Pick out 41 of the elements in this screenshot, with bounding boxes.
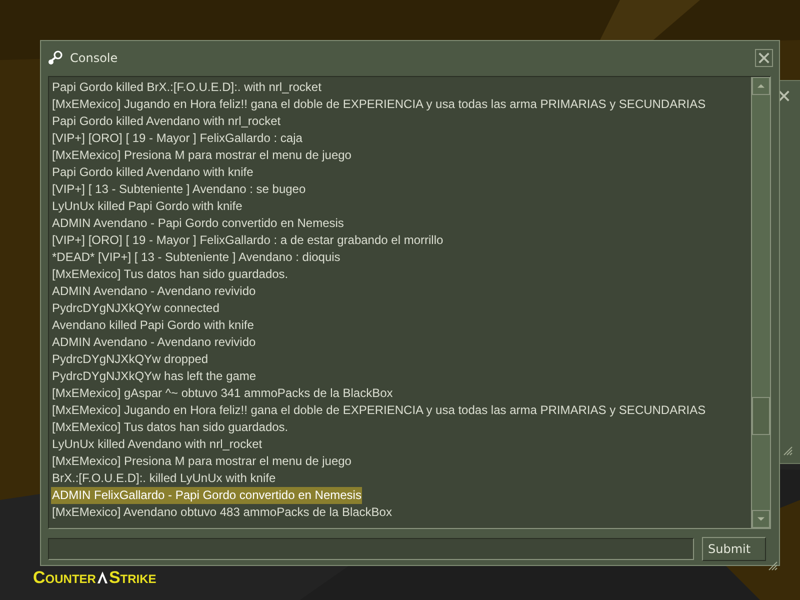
log-line[interactable]: PydrcDYgNJXkQYw connected [51,300,220,317]
log-line[interactable]: Papi Gordo killed Avendano with knife [51,164,254,181]
close-icon[interactable] [777,89,791,103]
log-line[interactable]: [VIP+] [ORO] [ 19 - Mayor ] FelixGallardo : a de estar grabando el morrillo [51,232,444,249]
close-icon [757,51,771,65]
log-line[interactable]: [MxEMexico] gAspar ^~ obtuvo 341 ammoPacks de la BlackBox [51,385,394,402]
log-line[interactable]: [MxEMexico] Presiona M para mostrar el menu de juego [51,147,352,164]
scroll-thumb[interactable] [752,397,770,435]
log-line[interactable]: [MxEMexico] Tus datos han sido guardados. [51,419,290,436]
log-line[interactable]: PydrcDYgNJXkQYw has left the game [51,368,258,385]
close-button[interactable] [755,49,773,67]
scroll-down-icon[interactable] [752,510,770,528]
log-line[interactable]: [MxEMexico] Avendano obtuvo 483 ammoPacks de la BlackBox [51,504,393,521]
log-line[interactable]: [MxEMexico] Jugando en Hora feliz!! gana el doble de EXPERIENCIA y usa todas las arma PRIMARIAS y SECUNDARIAS [51,402,707,419]
log-line[interactable]: [VIP+] [ORO] [ 19 - Mayor ] FelixGallardo : caja [51,130,304,147]
log-line[interactable]: [VIP+] [ 13 - Subteniente ] Avendano : se bugeo [51,181,307,198]
scroll-up-icon[interactable] [752,77,770,95]
resize-grip-icon[interactable] [768,561,778,571]
log-line[interactable]: ADMIN Avendano - Avendano revivido [51,283,257,300]
log-line[interactable]: *DEAD* [VIP+] [ 13 - Subteniente ] Avendano : dioquis [51,249,342,266]
window-title: Console [70,51,118,65]
log-line[interactable]: Papi Gordo killed Avendano with nrl_rocket [51,113,282,130]
log-line[interactable]: BrX.:[F.O.U.E.D]:. killed LyUnUx with knife [51,470,277,487]
log-line[interactable]: [MxEMexico] Tus datos han sido guardados. [51,266,290,283]
steam-icon [47,50,63,66]
resize-grip-icon[interactable] [783,446,793,456]
log-line[interactable]: ADMIN Avendano - Avendano revivido [51,334,257,351]
submit-button[interactable]: Submit [702,537,766,561]
log-line[interactable]: ADMIN Avendano - Papi Gordo convertido en Nemesis [51,215,345,232]
scrollbar[interactable] [751,77,770,528]
caret-icon [96,570,108,584]
logo-text: Strike [108,569,156,587]
log-line[interactable]: LyUnUx killed Avendano with nrl_rocket [51,436,264,453]
log-line[interactable]: PydrcDYgNJXkQYw dropped [51,351,210,368]
log-line[interactable]: [MxEMexico] Presiona M para mostrar el menu de juego [51,453,352,470]
log-line[interactable]: [MxEMexico] Jugando en Hora feliz!! gana el doble de EXPERIENCIA y usa todas las arma PRIMARIAS y SECUNDARIAS [51,96,707,113]
log-line[interactable]: Avendano killed Papi Gordo with knife [51,317,255,334]
log-line[interactable]: LyUnUx killed Papi Gordo with knife [51,198,244,215]
logo-text: Counter [33,569,96,587]
log-line[interactable]: Papi Gordo killed BrX.:[F.O.U.E.D]:. with nrl_rocket [51,79,322,96]
command-input[interactable] [48,538,694,560]
